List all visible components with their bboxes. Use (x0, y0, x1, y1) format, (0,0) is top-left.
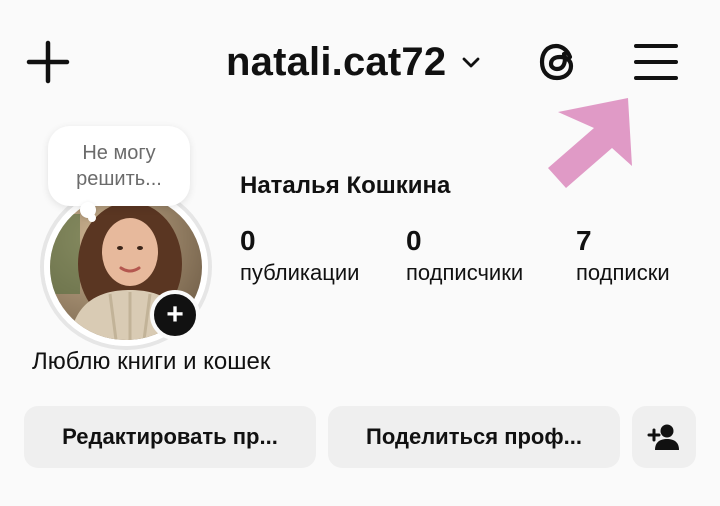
chevron-down-icon (462, 57, 480, 68)
stat-following-count: 7 (576, 225, 592, 256)
stat-posts-label: публикации (240, 260, 360, 285)
note-text-line2: решить... (76, 168, 162, 190)
stat-followers-label: подписчики (406, 260, 524, 285)
plus-icon: + (166, 298, 184, 331)
share-profile-button[interactable]: Поделиться проф... (328, 406, 620, 468)
discover-people-button[interactable] (632, 406, 696, 468)
note-bubble[interactable]: Не могу решить... (48, 126, 190, 206)
edit-profile-button[interactable]: Редактировать пр... (24, 406, 316, 468)
username-label: natali.cat72 (226, 39, 447, 84)
threads-icon[interactable] (534, 37, 584, 87)
edit-profile-label: Редактировать пр... (62, 424, 278, 449)
annotation-arrow (540, 92, 650, 192)
add-story-button[interactable]: + (150, 290, 200, 340)
stat-followers-count: 0 (406, 225, 422, 256)
profile-bio: Люблю книги и кошек (32, 348, 271, 375)
create-post-icon[interactable] (24, 38, 72, 86)
share-profile-label: Поделиться проф... (366, 424, 582, 449)
stat-posts[interactable]: 0 публикации (240, 224, 359, 288)
stat-posts-count: 0 (240, 225, 256, 256)
profile-full-name: Наталья Кошкина (240, 172, 451, 199)
note-text-line1: Не могу (82, 142, 156, 164)
account-switcher[interactable]: natali.cat72 (226, 36, 482, 88)
stat-following-label: подписки (576, 260, 670, 285)
add-person-icon (647, 424, 679, 450)
stat-following[interactable]: 7 подписки (576, 224, 670, 288)
stat-followers[interactable]: 0 подписчики (406, 224, 523, 288)
note-tail-dot-small (88, 214, 96, 222)
hamburger-menu-icon[interactable] (632, 40, 680, 84)
